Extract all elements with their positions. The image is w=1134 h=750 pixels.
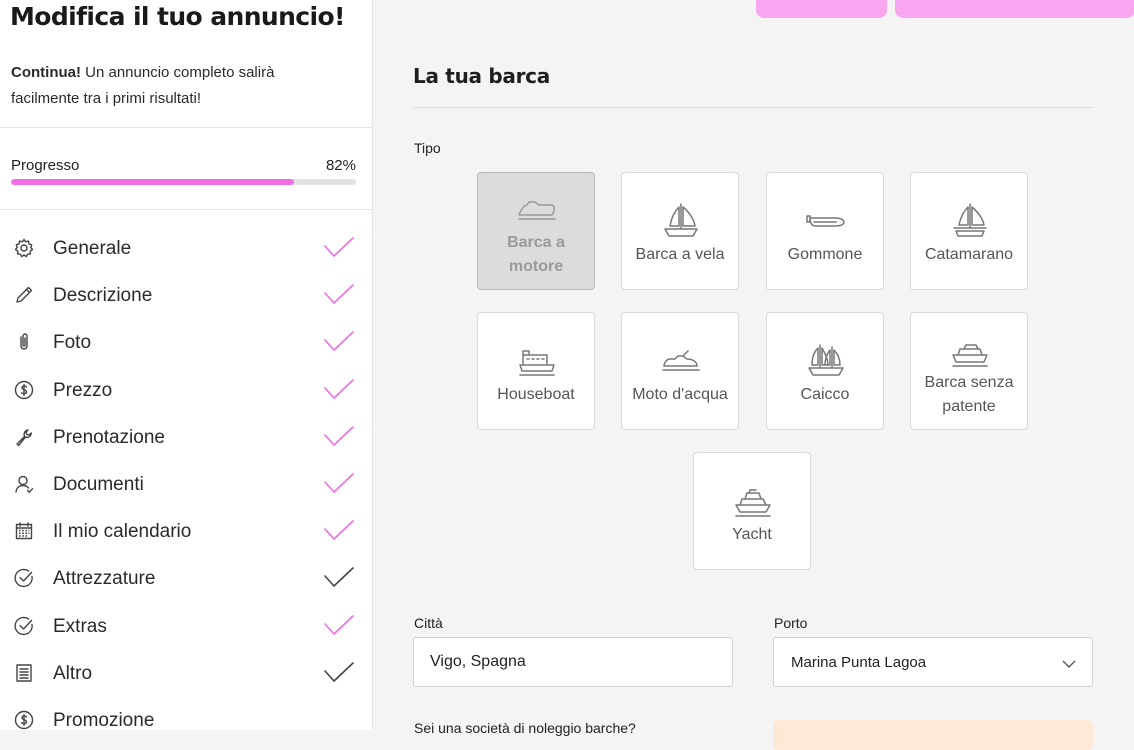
- sidebar-item-prenotazione[interactable]: Prenotazione: [0, 415, 372, 462]
- progress-value: 82%: [325, 157, 356, 174]
- boat-type-barca-a-motore[interactable]: Barca a motore: [477, 172, 595, 290]
- sidebar: Modifica il tuo annuncio! Continua! Un a…: [0, 0, 373, 730]
- sidebar-item-il-mio-calendario[interactable]: Il mio calendario: [0, 509, 372, 556]
- checkmark-icon: [323, 282, 355, 308]
- boat-type-barca-a-vela[interactable]: Barca a vela: [621, 172, 739, 290]
- boat-type-moto-d-acqua[interactable]: Moto d'acqua: [621, 312, 739, 430]
- page-title: Modifica il tuo annuncio!: [10, 2, 345, 31]
- sidebar-item-label: Attrezzature: [53, 568, 156, 590]
- company-question: Sei una società di noleggio barche?: [414, 720, 636, 736]
- pencil-icon: [13, 284, 35, 306]
- sailboat-icon: [661, 201, 701, 241]
- divider: [0, 209, 372, 210]
- boat-type-catamarano[interactable]: Catamarano: [910, 172, 1028, 290]
- progress-label: Progresso: [11, 157, 80, 174]
- user-icon: [13, 473, 35, 495]
- dollar-icon: [13, 379, 35, 401]
- sidebar-item-label: Extras: [53, 615, 107, 637]
- city-label: Città: [414, 615, 443, 631]
- progress-bar: [11, 179, 356, 185]
- boat-type-label: Moto d'acqua: [632, 386, 728, 403]
- checkmark-icon: [323, 660, 355, 686]
- sidebar-item-extras[interactable]: Extras: [0, 604, 372, 651]
- motorboat-icon: [517, 193, 557, 233]
- checkmark-icon: [323, 565, 355, 591]
- city-input[interactable]: [413, 637, 733, 687]
- progress-bar-fill: [11, 179, 294, 185]
- list-icon: [13, 662, 35, 684]
- sidebar-item-label: Documenti: [53, 473, 144, 495]
- boat-type-label: Caicco: [800, 386, 850, 403]
- checkmark-icon: [323, 235, 355, 261]
- main-content: La tua barca Tipo Barca a motore Barca a …: [373, 0, 1134, 750]
- port-select[interactable]: Marina Punta Lagoa: [773, 637, 1093, 687]
- section-title: La tua barca: [413, 64, 550, 88]
- sidebar-item-label: Il mio calendario: [53, 521, 192, 543]
- checkmark-icon: [323, 329, 355, 355]
- wrench-icon: [13, 426, 35, 448]
- yacht-icon: [733, 481, 773, 521]
- sidebar-item-altro[interactable]: Altro: [0, 651, 372, 698]
- check-circle-icon: [13, 567, 35, 589]
- sidebar-item-prezzo[interactable]: Prezzo: [0, 368, 372, 415]
- boat-type-label: Yacht: [732, 526, 772, 543]
- boat-type-caicco[interactable]: Caicco: [766, 312, 884, 430]
- boat-type-label: Catamarano: [924, 246, 1014, 263]
- catamaran-icon: [950, 201, 990, 241]
- boat-type-label: Barca a motore: [507, 234, 565, 275]
- jetski-icon: [661, 341, 701, 381]
- boat-type-label: Houseboat: [497, 386, 575, 403]
- sidebar-item-attrezzature[interactable]: Attrezzature: [0, 556, 372, 603]
- calendar-icon: [13, 520, 35, 542]
- section-divider: [413, 107, 1093, 108]
- boat-type-barca-senza-patente[interactable]: Barca senza patente: [910, 312, 1028, 430]
- sidebar-item-label: Foto: [53, 332, 92, 354]
- sidebar-item-label: Prenotazione: [53, 426, 165, 448]
- divider: [0, 127, 372, 128]
- checkmark-icon: [323, 518, 355, 544]
- type-label: Tipo: [414, 140, 441, 156]
- check-circle-icon: [13, 615, 35, 637]
- boat-type-yacht[interactable]: Yacht: [693, 452, 811, 570]
- subtitle-emphasis: Continua!: [11, 64, 81, 81]
- paperclip-icon: [13, 331, 35, 353]
- sidebar-item-label: Altro: [53, 662, 93, 684]
- chevron-down-icon: [1062, 656, 1076, 668]
- gulet-icon: [806, 341, 846, 381]
- checkmark-icon: [323, 377, 355, 403]
- port-label: Porto: [774, 615, 808, 631]
- port-select-value: Marina Punta Lagoa: [791, 654, 927, 671]
- top-action-button-right[interactable]: [895, 0, 1134, 18]
- boat-type-gommone[interactable]: Gommone: [766, 172, 884, 290]
- sidebar-menu: Generale Descrizione Foto Prezzo Prenotazion…: [0, 226, 372, 730]
- sidebar-item-label: Promozione: [53, 709, 155, 730]
- checkmark-icon: [323, 424, 355, 450]
- checkmark-icon: [323, 613, 355, 639]
- sidebar-subtitle: Continua! Un annuncio completo salirà fa…: [11, 60, 331, 112]
- boat-type-label: Barca senza patente: [924, 374, 1014, 415]
- sidebar-item-label: Prezzo: [53, 379, 113, 401]
- boat-type-label: Gommone: [787, 246, 863, 263]
- sidebar-item-descrizione[interactable]: Descrizione: [0, 273, 372, 320]
- sidebar-item-label: Generale: [53, 238, 132, 259]
- boat-type-houseboat[interactable]: Houseboat: [477, 312, 595, 430]
- boat-icon: [950, 333, 990, 373]
- dinghy-icon: [806, 201, 846, 241]
- gear-icon: [13, 237, 35, 259]
- checkmark-icon: [323, 471, 355, 497]
- boat-type-label: Barca a vela: [635, 246, 725, 263]
- sidebar-item-generale[interactable]: Generale: [0, 226, 372, 273]
- top-action-button-left[interactable]: [756, 0, 887, 18]
- sidebar-item-documenti[interactable]: Documenti: [0, 462, 372, 509]
- dollar-icon: [13, 709, 35, 730]
- sidebar-item-label: Descrizione: [53, 285, 153, 307]
- sidebar-item-promozione[interactable]: Promozione: [0, 698, 372, 730]
- company-info-box: [773, 720, 1093, 750]
- houseboat-icon: [517, 341, 557, 381]
- sidebar-item-foto[interactable]: Foto: [0, 320, 372, 367]
